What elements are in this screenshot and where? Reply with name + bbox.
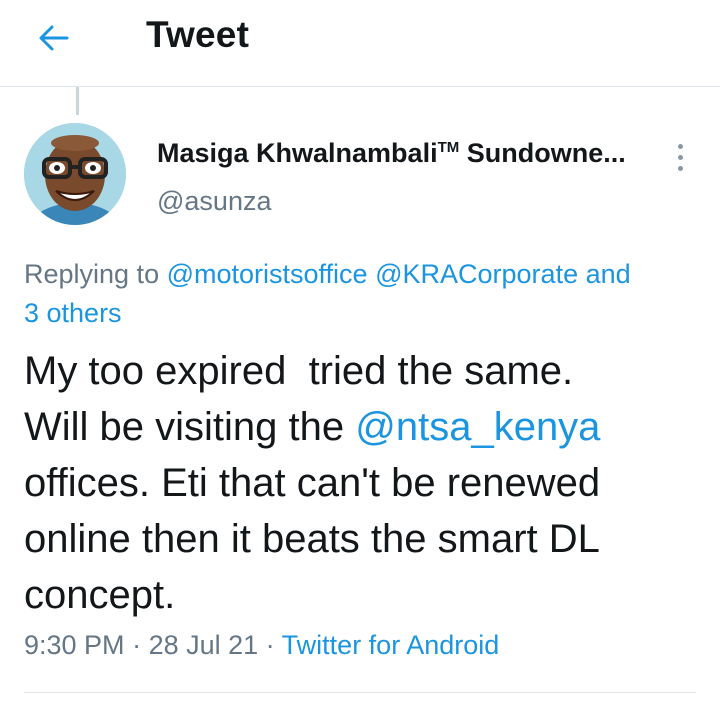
cartoon-avatar-icon [24, 123, 126, 225]
thread-connector-line [76, 87, 79, 115]
divider [24, 692, 696, 693]
avatar[interactable] [24, 123, 126, 225]
more-options-button[interactable] [668, 140, 692, 174]
back-button[interactable] [32, 16, 76, 60]
more-vertical-icon-dot [677, 143, 683, 149]
more-vertical-icon-dot [677, 154, 683, 160]
replying-to: Replying to @motoristsoffice @KRACorpora… [24, 255, 704, 333]
page-title: Tweet [146, 14, 250, 55]
top-bar: Tweet [0, 0, 720, 87]
mention-link[interactable]: @KRACorporate [375, 259, 578, 289]
arrow-left-icon [39, 25, 69, 51]
and-text[interactable]: and [578, 259, 631, 289]
mention-link[interactable]: @ntsa_kenya [355, 405, 600, 449]
tweet-text: My too expired tried the same. Will be v… [24, 349, 601, 617]
others-link[interactable]: 3 others [24, 298, 122, 328]
author-handle[interactable]: @asunza [157, 186, 271, 217]
tweet-time: 9:30 PM [24, 630, 125, 660]
mention-link[interactable]: @motoristsoffice [167, 259, 368, 289]
tweet-date: 28 Jul 21 [148, 630, 259, 660]
more-vertical-icon-dot [677, 165, 683, 171]
author-name[interactable]: Masiga KhwalnambaliTM Sundowne... [157, 138, 626, 169]
replying-prefix: Replying to [24, 259, 167, 289]
tweet-source-link[interactable]: Twitter for Android [282, 630, 500, 660]
tweet-meta: 9:30 PM · 28 Jul 21 · Twitter for Androi… [24, 630, 500, 660]
trademark-symbol: TM [437, 139, 460, 156]
